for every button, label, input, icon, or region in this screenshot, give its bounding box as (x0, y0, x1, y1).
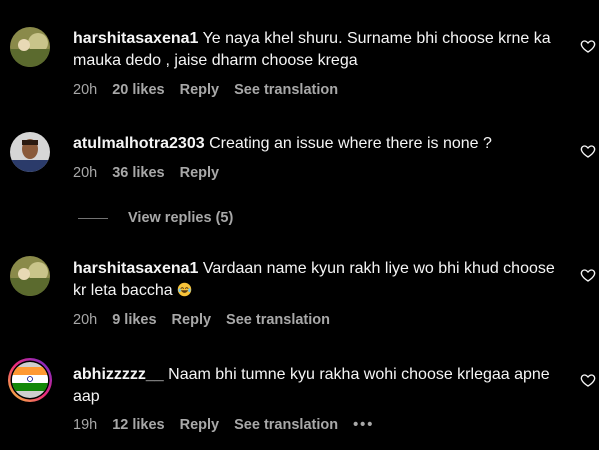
comment-meta: 20h 36 likes Reply (73, 165, 234, 185)
heart-icon[interactable] (580, 267, 596, 283)
avatar[interactable] (7, 357, 53, 403)
timestamp: 19h (73, 417, 98, 433)
replies-divider (78, 217, 108, 219)
heart-icon[interactable] (580, 372, 596, 388)
reply-button[interactable]: Reply (180, 417, 220, 437)
likes-count[interactable]: 9 likes (112, 312, 156, 332)
view-replies-row[interactable]: View replies (5) (78, 207, 233, 229)
likes-count[interactable]: 20 likes (112, 82, 164, 102)
username[interactable]: atulmalhotra2303 (73, 135, 205, 152)
avatar[interactable] (10, 256, 50, 296)
timestamp: 20h (73, 82, 98, 98)
reply-button[interactable]: Reply (172, 312, 212, 332)
see-translation-button[interactable]: See translation (226, 312, 330, 332)
avatar[interactable] (10, 27, 50, 67)
timestamp: 20h (73, 312, 98, 328)
reply-button[interactable]: Reply (180, 165, 220, 185)
comment-text: harshitasaxena1 Ye naya khel shuru. Surn… (73, 28, 563, 72)
view-replies-button[interactable]: View replies (5) (128, 210, 233, 226)
see-translation-button[interactable]: See translation (234, 417, 338, 437)
username[interactable]: harshitasaxena1 (73, 260, 198, 277)
timestamp: 20h (73, 165, 98, 181)
more-options-icon[interactable]: ••• (353, 417, 374, 437)
see-translation-button[interactable]: See translation (234, 82, 338, 102)
comment-text: harshitasaxena1 Vardaan name kyun rakh l… (73, 258, 563, 302)
comment-meta: 20h 9 likes Reply See translation (73, 312, 345, 332)
heart-icon[interactable] (580, 38, 596, 54)
username[interactable]: abhizzzzz__ (73, 366, 164, 383)
comment-meta: 19h 12 likes Reply See translation ••• (73, 417, 389, 437)
comment-text: atulmalhotra2303 Creating an issue where… (73, 133, 563, 155)
laughing-emoji-icon (177, 282, 192, 297)
likes-count[interactable]: 36 likes (112, 165, 164, 185)
heart-icon[interactable] (580, 143, 596, 159)
username[interactable]: harshitasaxena1 (73, 30, 198, 47)
avatar[interactable] (10, 132, 50, 172)
likes-count[interactable]: 12 likes (112, 417, 164, 437)
comment-body: Creating an issue where there is none ? (209, 135, 492, 152)
reply-button[interactable]: Reply (180, 82, 220, 102)
comment-meta: 20h 20 likes Reply See translation (73, 82, 353, 102)
comment-text: abhizzzzz__ Naam bhi tumne kyu rakha woh… (73, 364, 563, 408)
